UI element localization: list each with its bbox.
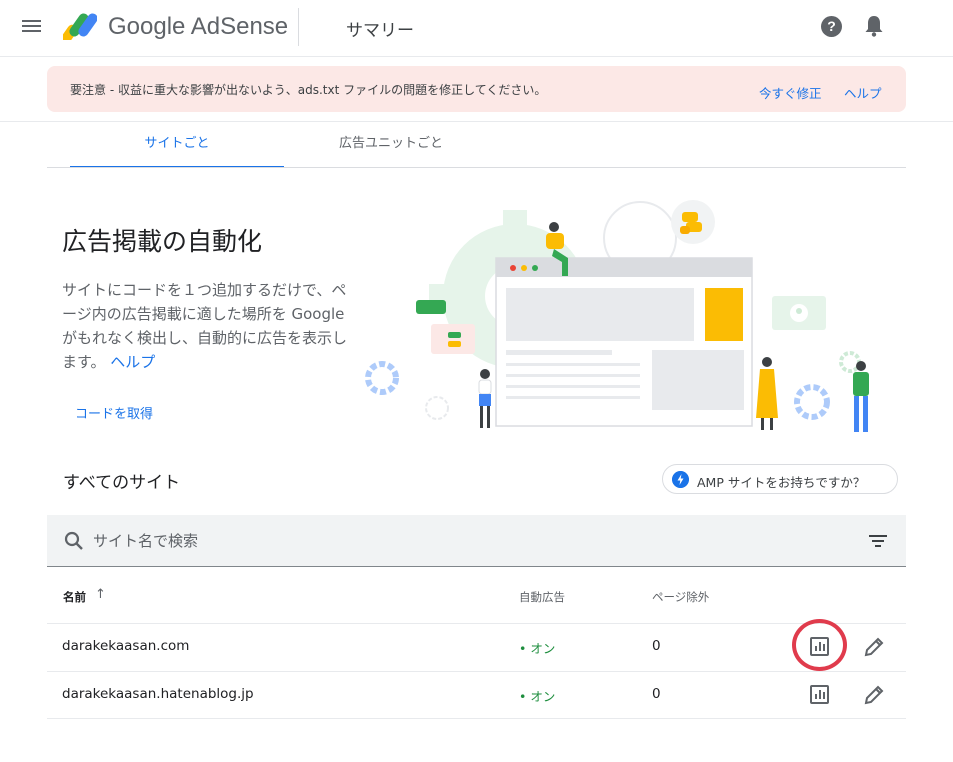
page-exclusions-count: 0 <box>652 686 661 702</box>
header-divider <box>298 8 299 46</box>
profile-card-icon <box>772 296 826 330</box>
coins-icon <box>671 200 715 244</box>
tab-by-site[interactable]: サイトごと <box>70 122 284 168</box>
tab-by-ad-unit[interactable]: 広告ユニットごと <box>284 122 498 168</box>
warning-message: 要注意 - 収益に重大な影響が出ないよう、ads.txt ファイルの問題を修正し… <box>70 83 547 97</box>
get-code-button[interactable]: コードを取得 <box>75 403 153 422</box>
menu-icon[interactable] <box>22 17 44 37</box>
amp-sites-chip[interactable]: AMP サイトをお持ちですか？ <box>662 464 898 494</box>
gear-outline-icon <box>425 396 449 420</box>
sort-ascending-icon[interactable]: ↑ <box>95 587 106 602</box>
toggle-card-icon <box>416 300 446 314</box>
person-icon <box>478 369 492 428</box>
auto-ads-help-link[interactable]: ヘルプ <box>110 353 155 371</box>
blue-gear-icon <box>365 361 399 395</box>
tabs-divider <box>47 167 906 168</box>
filter-icon[interactable] <box>869 535 887 549</box>
table-divider <box>47 623 906 624</box>
table-divider <box>47 671 906 672</box>
auto-ads-status: • オン <box>519 641 556 656</box>
amp-bolt-icon <box>672 471 689 488</box>
site-search-input[interactable] <box>93 529 793 553</box>
blue-gear-icon <box>794 384 830 420</box>
green-gear-icon <box>839 351 861 373</box>
auto-ads-title: 広告掲載の自動化 <box>62 227 263 256</box>
column-header-auto-ads: 自動広告 <box>519 590 565 604</box>
column-header-page-exclusions: ページ除外 <box>652 590 710 604</box>
help-icon[interactable]: ? <box>821 16 842 37</box>
adsense-logo-icon <box>63 13 97 40</box>
site-name: darakekaasan.com <box>62 638 190 654</box>
page-exclusions-count: 0 <box>652 638 661 654</box>
ads-txt-warning-banner: 要注意 - 収益に重大な影響が出ないよう、ads.txt ファイルの問題を修正し… <box>47 66 906 112</box>
edit-icon[interactable] <box>863 636 885 658</box>
page-title: サマリー <box>346 21 414 41</box>
amp-chip-label: AMP サイトをお持ちですか？ <box>697 475 866 490</box>
fix-now-link[interactable]: 今すぐ修正 <box>759 83 822 102</box>
table-divider <box>47 718 906 719</box>
product-name: Google AdSense <box>108 13 289 40</box>
top-app-bar: Google AdSense サマリー ? <box>0 0 953 57</box>
site-name: darakekaasan.hatenablog.jp <box>62 686 254 702</box>
column-header-name[interactable]: 名前 <box>63 589 86 605</box>
bell-icon[interactable] <box>864 15 884 37</box>
search-icon <box>64 531 83 550</box>
auto-ads-description-text: サイトにコードを１つ追加するだけで、ページ内の広告掲載に適した場所を Googl… <box>62 281 348 371</box>
edit-icon[interactable] <box>863 684 885 706</box>
site-search-bar <box>47 515 906 567</box>
auto-ads-illustration <box>365 200 869 432</box>
report-icon[interactable] <box>810 685 829 704</box>
warning-help-link[interactable]: ヘルプ <box>844 83 882 102</box>
all-sites-title: すべてのサイト <box>63 473 181 493</box>
auto-ads-description: サイトにコードを１つ追加するだけで、ページ内の広告掲載に適した場所を Googl… <box>62 278 352 374</box>
browser-window-icon <box>495 257 753 427</box>
highlight-circle <box>792 619 847 671</box>
person-icon <box>756 357 778 430</box>
auto-ads-status: • オン <box>519 689 556 704</box>
person-icon <box>853 361 869 432</box>
ad-card-icon <box>431 324 475 354</box>
